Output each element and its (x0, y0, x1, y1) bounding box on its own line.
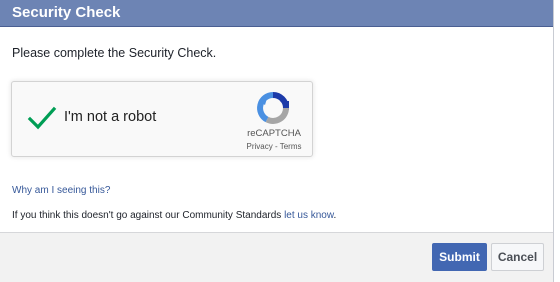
links-separator: - (272, 142, 280, 151)
submit-button[interactable]: Submit (432, 243, 487, 271)
info-end: . (333, 210, 337, 221)
let-us-know-link[interactable]: let us know (284, 210, 333, 221)
why-am-i-seeing-this-link[interactable]: Why am I seeing this? (12, 185, 110, 196)
dialog-title: Security Check (0, 0, 553, 27)
community-standards-text: If you think this doesn't go against our… (12, 210, 336, 221)
privacy-link[interactable]: Privacy (247, 142, 273, 151)
dialog-footer: Submit Cancel (0, 232, 553, 282)
recaptcha-logo-icon (256, 91, 290, 125)
checkmark-icon[interactable] (27, 104, 57, 132)
cancel-button[interactable]: Cancel (491, 243, 544, 271)
security-check-dialog: Security Check Please complete the Secur… (0, 0, 554, 282)
info-text: If you think this doesn't go against our… (12, 210, 285, 221)
not-a-robot-label: I'm not a robot (64, 109, 157, 125)
prompt-text: Please complete the Security Check. (12, 46, 217, 60)
recaptcha-widget: I'm not a robot reCAPTCHA Privacy - Term… (11, 81, 313, 157)
terms-link[interactable]: Terms (280, 142, 302, 151)
recaptcha-brand-label: reCAPTCHA (247, 128, 301, 139)
recaptcha-links: Privacy - Terms (242, 142, 306, 151)
